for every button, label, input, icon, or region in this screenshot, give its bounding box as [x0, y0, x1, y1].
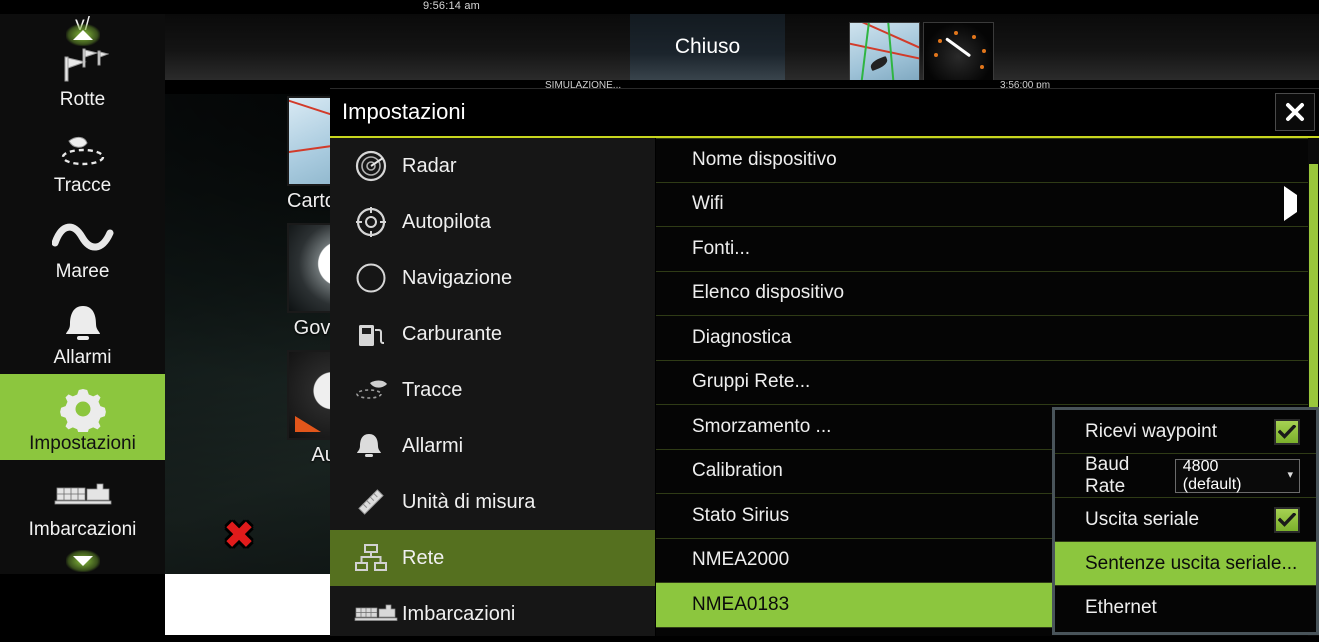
left-vertical-menu[interactable]: y/ Rotte Tracce Maree Allarmi Impostazio…: [0, 14, 165, 574]
submenu-row-ethernet[interactable]: Ethernet: [1055, 586, 1316, 630]
baud-rate-dropdown[interactable]: 4800 (default) ▾: [1174, 457, 1300, 493]
baud-rate-value: 4800 (default): [1182, 457, 1242, 493]
submenu-row-ricevi-waypoint[interactable]: Ricevi waypoint: [1055, 410, 1316, 454]
top-time-label: 9:56:14 am: [423, 0, 481, 12]
page-thumbnails[interactable]: [849, 22, 994, 82]
tracks-icon: [354, 378, 402, 402]
submenu-row-baud-rate[interactable]: Baud Rate 4800 (default) ▾: [1055, 454, 1316, 498]
navigation-compass-icon: [354, 261, 402, 295]
submenu-row-uscita-seriale[interactable]: Uscita seriale: [1055, 498, 1316, 542]
sidebar-item-tracce-label: Tracce: [53, 175, 112, 196]
vessels-ship-icon: [53, 471, 113, 519]
sidebar-scroll-up-icon[interactable]: [66, 24, 100, 46]
chevron-right-icon: [1284, 186, 1297, 222]
category-allarmi[interactable]: Allarmi: [330, 418, 655, 474]
checkbox-uscita-seriale[interactable]: [1274, 506, 1300, 533]
setting-row-elenco-dispositivo[interactable]: Elenco dispositivo: [656, 272, 1319, 316]
setting-row-diagnostica[interactable]: Diagnostica: [656, 316, 1319, 361]
setting-row-label: Wifi: [692, 193, 724, 215]
category-rete-label: Rete: [402, 546, 445, 569]
tracks-icon: [57, 127, 109, 175]
sidebar-item-tracce[interactable]: Tracce: [0, 116, 165, 202]
submenu-row-label: Ethernet: [1085, 597, 1157, 618]
category-radar-label: Radar: [402, 154, 457, 177]
setting-row-label: Nome dispositivo: [692, 149, 837, 171]
setting-row-label: Stato Sirius: [692, 504, 790, 526]
setting-row-label: Gruppi Rete...: [692, 371, 811, 393]
setting-row-label: Smorzamento ...: [692, 415, 832, 437]
sidebar-item-allarmi[interactable]: Allarmi: [0, 288, 165, 374]
tides-icon: [51, 213, 114, 261]
thumbnail-chart[interactable]: [849, 22, 920, 82]
submenu-row-label: Baud Rate: [1085, 453, 1130, 497]
alarms-bell-icon: [60, 299, 106, 347]
sidebar-item-maree-label: Maree: [55, 261, 110, 282]
setting-row-label: NMEA0183: [692, 593, 790, 615]
setting-row-wifi[interactable]: Wifi: [656, 183, 1319, 227]
thumbnail-instruments[interactable]: [923, 22, 994, 82]
sidebar-item-impostazioni-label: Impostazioni: [29, 433, 136, 454]
category-autopilota-label: Autopilota: [402, 210, 491, 233]
sidebar-item-rotte-label: Rotte: [59, 89, 106, 110]
chevron-down-icon: ▾: [1287, 469, 1293, 481]
category-carburante-label: Carburante: [402, 322, 503, 345]
category-unita-di-misura-label: Unità di misura: [402, 490, 536, 513]
setting-row-nome-dispositivo[interactable]: Nome dispositivo: [656, 138, 1319, 183]
sidebar-scroll-down-icon[interactable]: [66, 550, 100, 572]
submenu-row-label: Sentenze uscita seriale...: [1085, 552, 1298, 574]
setting-row-label: Calibration: [692, 460, 783, 482]
network-icon: [354, 543, 402, 573]
chiuso-label: Chiuso: [674, 35, 741, 58]
setting-row-label: Fonti...: [692, 237, 751, 259]
ruler-icon: [354, 485, 402, 519]
category-tracce[interactable]: Tracce: [330, 362, 655, 418]
checkbox-ricevi-waypoint[interactable]: [1274, 418, 1300, 445]
settings-list-scrollbar-thumb[interactable]: [1309, 164, 1318, 430]
setting-row-label: NMEA2000: [692, 549, 790, 571]
page-title: Impostazioni: [342, 99, 466, 124]
category-imbarcazioni-label: Imbarcazioni: [402, 602, 516, 625]
sidebar-item-maree[interactable]: Maree: [0, 202, 165, 288]
chiuso-button[interactable]: Chiuso: [630, 14, 785, 80]
category-navigazione-label: Navigazione: [402, 266, 513, 289]
category-rete[interactable]: Rete: [330, 530, 655, 586]
setting-row-label: Diagnostica: [692, 326, 792, 348]
setting-row-label: Elenco dispositivo: [692, 282, 845, 304]
vessels-ship-icon: [354, 602, 402, 626]
submenu-row-sentenze-uscita-seriale[interactable]: Sentenze uscita seriale...: [1055, 542, 1316, 586]
routes-icon: [57, 41, 109, 89]
sidebar-item-imbarcazioni[interactable]: Imbarcazioni: [0, 460, 165, 546]
sidebar-item-imbarcazioni-label: Imbarcazioni: [28, 519, 137, 540]
category-unita-di-misura[interactable]: Unità di misura: [330, 474, 655, 530]
fuel-pump-icon: [354, 317, 402, 351]
settings-category-list[interactable]: Radar Autopilota Navigazione Carburante …: [330, 138, 656, 636]
nmea0183-submenu[interactable]: Ricevi waypoint Baud Rate 4800 (default)…: [1052, 407, 1319, 635]
dialog-title-bar: Impostazioni: [330, 89, 1319, 138]
alarms-bell-icon: [354, 431, 402, 461]
settings-gear-icon: [59, 385, 106, 433]
submenu-row-label: Uscita seriale: [1085, 508, 1200, 530]
close-icon[interactable]: [1275, 93, 1315, 131]
setting-row-fonti[interactable]: Fonti...: [656, 227, 1319, 272]
radar-icon: [354, 149, 402, 183]
category-autopilota[interactable]: Autopilota: [330, 194, 655, 250]
category-carburante[interactable]: Carburante: [330, 306, 655, 362]
category-allarmi-label: Allarmi: [402, 434, 464, 457]
sidebar-item-allarmi-label: Allarmi: [53, 347, 112, 368]
category-imbarcazioni[interactable]: Imbarcazioni: [330, 586, 655, 642]
top-status-bar: 9:56:14 am: [0, 0, 1319, 14]
setting-row-gruppi-rete[interactable]: Gruppi Rete...: [656, 361, 1319, 405]
category-radar[interactable]: Radar: [330, 138, 655, 194]
man-overboard-marker-icon: ✖: [223, 515, 255, 557]
sidebar-item-impostazioni[interactable]: Impostazioni: [0, 374, 165, 460]
category-navigazione[interactable]: Navigazione: [330, 250, 655, 306]
autopilot-helm-icon: [354, 205, 402, 239]
category-tracce-label: Tracce: [402, 378, 463, 401]
submenu-row-label: Ricevi waypoint: [1085, 420, 1217, 442]
